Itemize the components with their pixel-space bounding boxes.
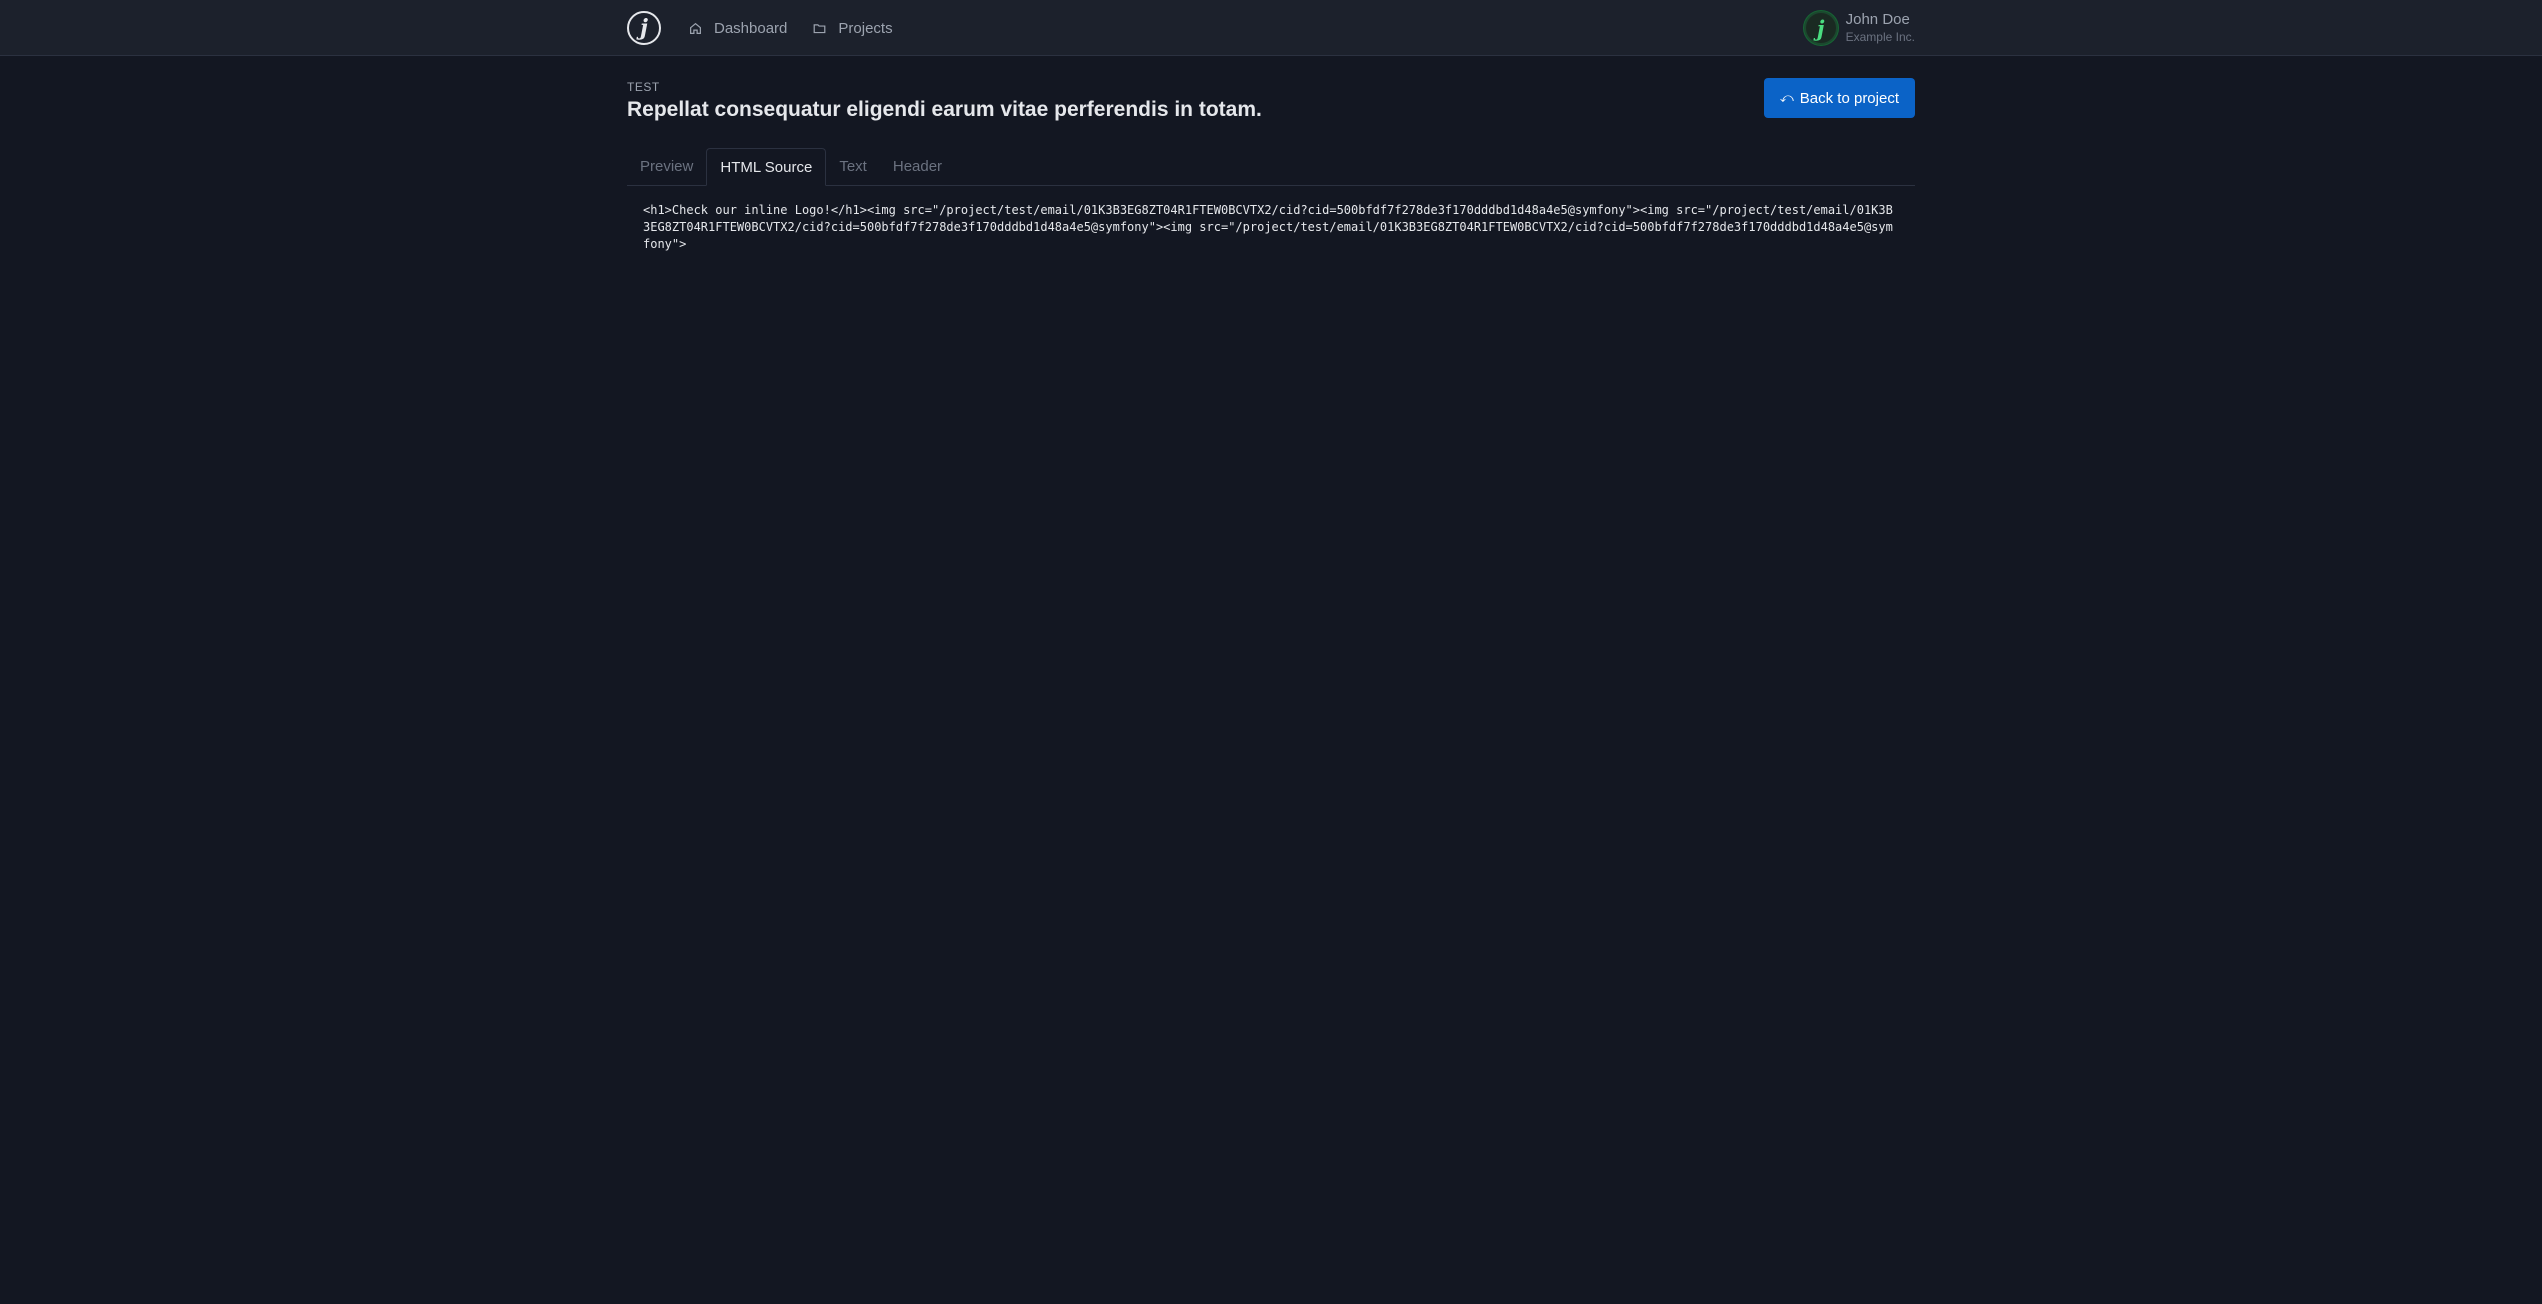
html-source-code: <h1>Check our inline Logo!</h1><img src=… bbox=[643, 203, 1893, 251]
top-navigation-bar: j Dashboard Projects j John Doe Example … bbox=[0, 0, 2542, 56]
message-tabs: Preview HTML Source Text Header bbox=[627, 148, 1915, 186]
page-title: Repellat consequatur eligendi earum vita… bbox=[627, 98, 1262, 121]
tab-preview[interactable]: Preview bbox=[627, 148, 706, 185]
user-company: Example Inc. bbox=[1845, 29, 1915, 44]
back-to-project-label: Back to project bbox=[1799, 89, 1899, 107]
user-menu[interactable]: j John Doe Example Inc. bbox=[1803, 11, 1915, 45]
back-arrow-icon: ⤺ bbox=[1779, 90, 1794, 105]
user-name: John Doe bbox=[1845, 11, 1910, 29]
tab-text[interactable]: Text bbox=[826, 148, 880, 185]
user-info: John Doe Example Inc. bbox=[1846, 12, 1915, 44]
home-icon bbox=[690, 22, 701, 34]
tab-header[interactable]: Header bbox=[880, 148, 955, 185]
topbar-container: j Dashboard Projects j John Doe Example … bbox=[627, 0, 1915, 56]
nav-item-projects[interactable]: Projects bbox=[813, 19, 893, 37]
folder-icon bbox=[814, 23, 826, 33]
avatar: j bbox=[1803, 11, 1838, 45]
nav-item-label: Dashboard bbox=[714, 19, 788, 37]
back-to-project-button[interactable]: ⤺ Back to project bbox=[1763, 78, 1915, 118]
nav-item-dashboard[interactable]: Dashboard bbox=[689, 20, 787, 37]
logo-icon[interactable]: j bbox=[627, 11, 661, 45]
tab-html-source[interactable]: HTML Source bbox=[706, 148, 827, 186]
project-label: TEST bbox=[627, 80, 660, 94]
nav-item-label: Projects bbox=[838, 19, 893, 37]
